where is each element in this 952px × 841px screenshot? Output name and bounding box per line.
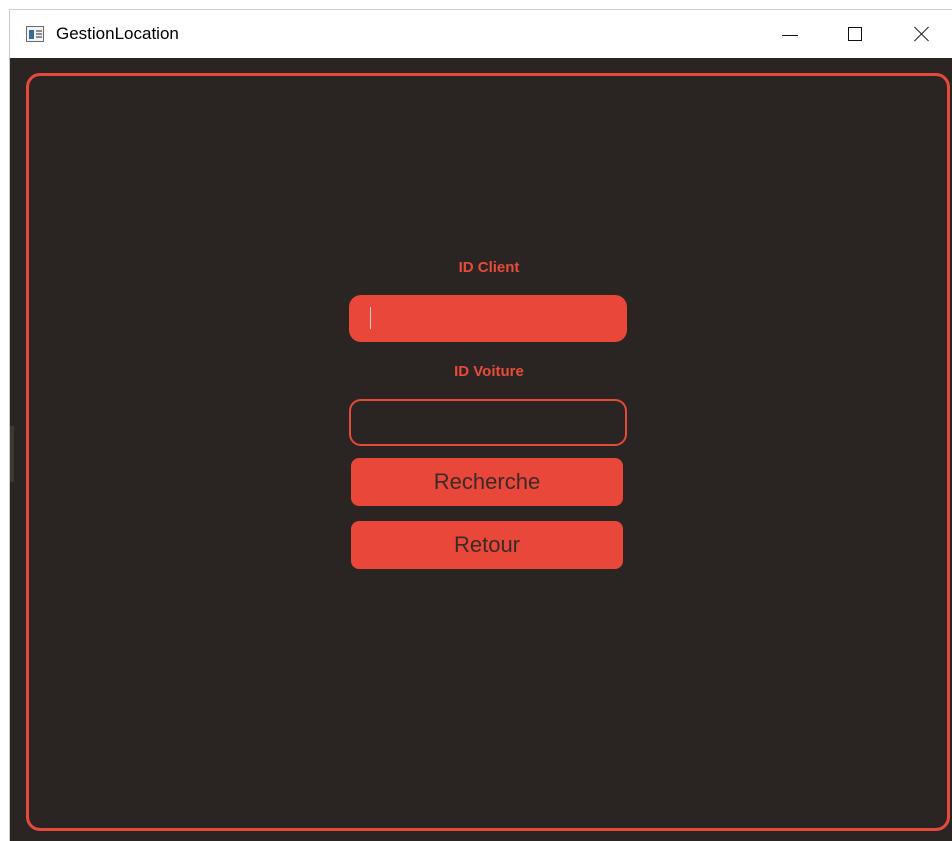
- application-window: GestionLocation ID Client ID Voiture Rec…: [9, 9, 952, 841]
- back-button[interactable]: Retour: [351, 521, 623, 569]
- id-client-input[interactable]: [349, 295, 627, 342]
- search-button[interactable]: Recherche: [351, 458, 623, 506]
- maximize-button[interactable]: [832, 10, 878, 59]
- maximize-icon: [848, 27, 862, 41]
- close-button[interactable]: [898, 10, 944, 59]
- close-icon: [913, 25, 931, 43]
- minimize-icon: [782, 35, 798, 36]
- id-voiture-label: ID Voiture: [454, 363, 524, 380]
- window-title: GestionLocation: [56, 24, 179, 43]
- id-client-label: ID Client: [458, 259, 520, 276]
- minimize-button[interactable]: [766, 10, 812, 59]
- rental-search-panel: [26, 73, 950, 831]
- window-edge-shadow: [10, 426, 14, 482]
- title-bar: GestionLocation: [10, 9, 952, 58]
- id-voiture-input[interactable]: [349, 399, 627, 446]
- app-window-icon: [26, 26, 44, 42]
